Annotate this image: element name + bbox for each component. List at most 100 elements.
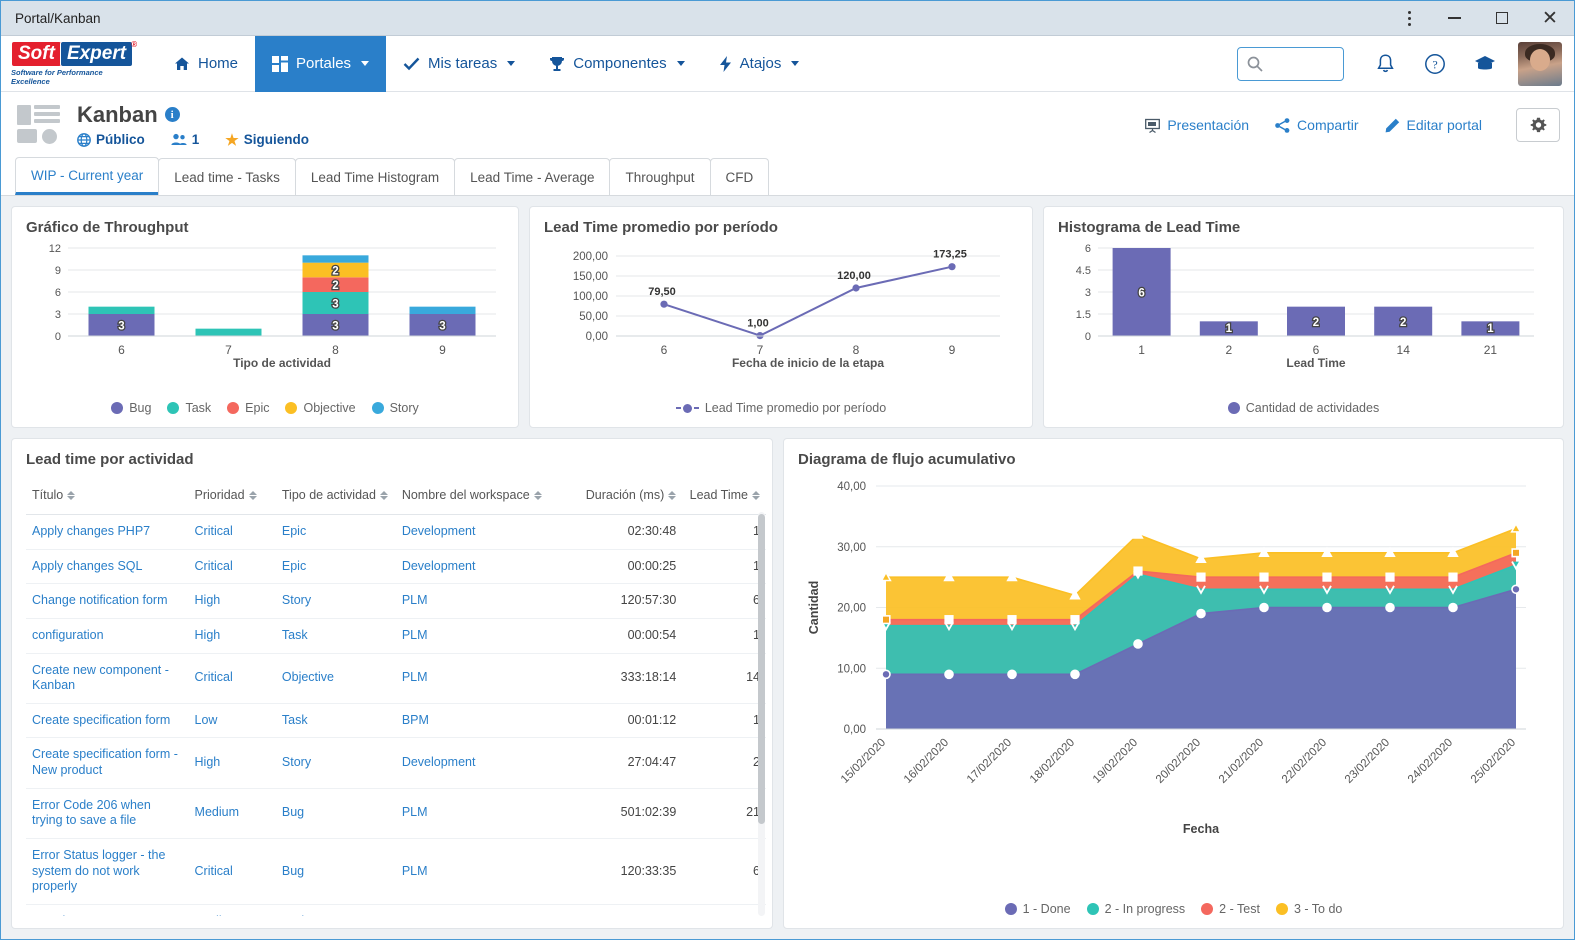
- cell-prioridad[interactable]: High: [188, 618, 276, 654]
- chart-throughput[interactable]: 0 3 6 9 12 3 6 7 3 3 2 2 8 3 9 Tipo de actividad: [26, 240, 504, 399]
- sort-arrows-icon[interactable]: [668, 490, 677, 500]
- cell-titulo[interactable]: Apply changes PHP7: [26, 514, 189, 550]
- cell-prioridad[interactable]: High: [188, 737, 276, 789]
- legend-item-epic[interactable]: Epic: [227, 401, 269, 415]
- cell-workspace[interactable]: BPM: [395, 703, 569, 739]
- cell-prioridad[interactable]: Critical: [188, 514, 276, 550]
- close-icon[interactable]: ✕: [1526, 1, 1574, 35]
- tab-wip-current-year[interactable]: WIP - Current year: [15, 157, 160, 195]
- cell-tipo[interactable]: Bug: [275, 838, 396, 905]
- cell-prioridad[interactable]: Critical: [188, 549, 276, 585]
- cell-prioridad[interactable]: Critical: [188, 653, 276, 704]
- cell-titulo[interactable]: Apply changes SQL: [26, 549, 189, 585]
- sort-arrows-icon[interactable]: [248, 490, 257, 500]
- nav-item-portales[interactable]: Portales: [255, 35, 387, 92]
- table-header-workspace[interactable]: Nombre del workspace: [395, 480, 569, 515]
- tab-throughput[interactable]: Throughput: [609, 158, 711, 195]
- table-header-leadtime[interactable]: Lead Time: [682, 480, 766, 515]
- cell-tipo[interactable]: Task: [275, 703, 396, 739]
- legend-item-2-in-progress[interactable]: 2 - In progress: [1086, 902, 1185, 916]
- legend-item-3-to-do[interactable]: 3 - To do: [1275, 902, 1342, 916]
- chart-leadtime-average[interactable]: 0,00 50,00 100,00 150,00 200,00 6 7 8 9 79,50 1,00…: [544, 240, 1018, 399]
- cell-tipo[interactable]: Epic: [275, 514, 396, 550]
- cell-workspace[interactable]: Development: [395, 514, 569, 550]
- legend-item-cantidad-de-actividades[interactable]: Cantidad de actividades: [1227, 401, 1379, 415]
- cell-tipo[interactable]: Bug: [275, 788, 396, 839]
- legend-item-2-test[interactable]: 2 - Test: [1201, 902, 1260, 916]
- cell-workspace[interactable]: PLM: [395, 838, 569, 905]
- legend-item-1-done[interactable]: 1 - Done: [1004, 902, 1071, 916]
- table-scrollbar-thumb[interactable]: [758, 514, 765, 824]
- tab-cfd[interactable]: CFD: [709, 158, 770, 195]
- nav-item-componentes[interactable]: Componentes: [532, 36, 701, 92]
- cell-workspace[interactable]: PLM: [395, 583, 569, 619]
- table-header-duracion[interactable]: Duración (ms): [568, 480, 683, 515]
- cell-prioridad[interactable]: Medium: [188, 788, 276, 839]
- tab-lead-time-tasks[interactable]: Lead time - Tasks: [158, 158, 296, 195]
- presentation-button[interactable]: Presentación: [1145, 117, 1249, 133]
- info-icon[interactable]: i: [164, 107, 180, 122]
- cell-tipo[interactable]: Story: [275, 583, 396, 619]
- cell-workspace[interactable]: Development: [395, 737, 569, 789]
- table-header-tipo[interactable]: Tipo de actividad: [275, 480, 396, 515]
- table-row[interactable]: Create specification form - New product H…: [26, 737, 766, 789]
- cell-prioridad[interactable]: Medium: [188, 904, 276, 916]
- cell-prioridad[interactable]: Low: [188, 703, 276, 739]
- table-row[interactable]: Create specification form Low Task BPM 00:01…: [26, 703, 766, 739]
- sort-arrows-icon[interactable]: [67, 490, 76, 500]
- portal-settings-button[interactable]: [1516, 108, 1560, 142]
- legend-item-objective[interactable]: Objective: [285, 401, 356, 415]
- cell-titulo[interactable]: configuration: [26, 618, 189, 654]
- cell-titulo[interactable]: Create specification form - New product: [26, 737, 189, 789]
- table-row[interactable]: configuration High Task PLM 00:00:54 1: [26, 618, 766, 654]
- cell-tipo[interactable]: Task: [275, 904, 396, 916]
- legend-item-lead-time-promedio-por-per-odo[interactable]: Lead Time promedio por período: [675, 401, 886, 415]
- legend-item-task[interactable]: Task: [167, 401, 211, 415]
- sort-arrows-icon[interactable]: [379, 490, 388, 500]
- search-box[interactable]: [1237, 46, 1344, 81]
- table-row[interactable]: Fos signatureMediumTaskPLM333:34:4514: [26, 904, 766, 916]
- cell-tipo[interactable]: Epic: [275, 549, 396, 585]
- sort-arrows-icon[interactable]: [533, 490, 542, 500]
- cell-workspace[interactable]: PLM: [395, 618, 569, 654]
- academy-button[interactable]: [1462, 41, 1508, 87]
- share-button[interactable]: Compartir: [1275, 117, 1359, 133]
- cell-workspace[interactable]: PLM: [395, 788, 569, 839]
- cell-tipo[interactable]: Task: [275, 618, 396, 654]
- cell-workspace[interactable]: PLM: [395, 653, 569, 704]
- cell-titulo[interactable]: Create new component - Kanban: [26, 653, 189, 704]
- table-row[interactable]: Apply changes PHP7 Critical Epic Developmen…: [26, 514, 766, 550]
- legend-item-bug[interactable]: Bug: [111, 401, 151, 415]
- edit-portal-button[interactable]: Editar portal: [1385, 117, 1482, 133]
- table-row[interactable]: Create new component - Kanban Critical Obj…: [26, 653, 766, 704]
- notifications-button[interactable]: [1362, 41, 1408, 87]
- portal-follow-status[interactable]: ★ Siguiendo: [225, 131, 309, 149]
- cell-titulo[interactable]: Fos signature: [26, 904, 189, 916]
- tab-lead-time-histogram[interactable]: Lead Time Histogram: [294, 158, 456, 195]
- cell-prioridad[interactable]: Critical: [188, 838, 276, 905]
- nav-item-home[interactable]: Home: [157, 36, 255, 92]
- cell-workspace[interactable]: Development: [395, 549, 569, 585]
- minimize-icon[interactable]: [1430, 1, 1478, 35]
- softexpert-logo[interactable]: Soft Expert ® Software for Performance E…: [11, 40, 137, 86]
- cell-tipo[interactable]: Objective: [275, 653, 396, 704]
- sort-arrows-icon[interactable]: [752, 490, 760, 500]
- nav-item-atajos[interactable]: Atajos: [702, 36, 817, 92]
- table-header-titulo[interactable]: Título: [26, 480, 189, 515]
- user-avatar[interactable]: [1518, 41, 1562, 86]
- table-header-prioridad[interactable]: Prioridad: [188, 480, 276, 515]
- table-row[interactable]: Change notification form High Story PLM 120:…: [26, 583, 766, 619]
- tab-lead-time-average[interactable]: Lead Time - Average: [454, 158, 611, 195]
- table-row[interactable]: Error Code 206 when trying to save a fil…: [26, 788, 766, 839]
- table-row[interactable]: Error Status logger - the system do not …: [26, 838, 766, 905]
- help-button[interactable]: ?: [1412, 41, 1458, 87]
- cell-tipo[interactable]: Story: [275, 737, 396, 789]
- chart-histogram[interactable]: 0 1.5 3 4.5 6 6 1 1 2 2 6 2 14 1 21 Lead Time: [1058, 240, 1549, 399]
- table-scroll-region[interactable]: Título Prioridad Tipo de actividad Nombre d…: [26, 472, 766, 916]
- chart-cfd[interactable]: 0,00 10,00 20,00 30,00 40,00 15/02/2020 16/02/…: [798, 472, 1549, 900]
- cell-titulo[interactable]: Create specification form: [26, 703, 189, 739]
- cell-titulo[interactable]: Change notification form: [26, 583, 189, 619]
- cell-workspace[interactable]: PLM: [395, 904, 569, 916]
- portal-members[interactable]: 1: [171, 132, 199, 147]
- kebab-menu-icon[interactable]: [1388, 1, 1430, 35]
